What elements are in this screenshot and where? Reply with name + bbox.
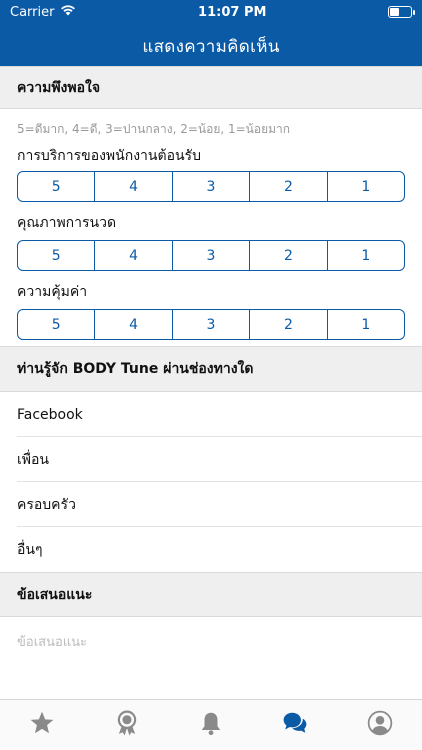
carrier-label: Carrier (10, 4, 55, 20)
rating-massage-option-1[interactable]: 1 (326, 241, 404, 270)
profile-icon (367, 710, 393, 736)
award-icon (117, 710, 136, 736)
battery-fill (390, 8, 399, 16)
rating-group-massage: คุณภาพการนวด 5 4 3 2 1 (0, 202, 422, 271)
tab-feedback[interactable] (253, 700, 337, 750)
rating-value-option-4[interactable]: 4 (94, 310, 171, 339)
rating-staff-option-1[interactable]: 1 (326, 172, 404, 201)
suggestion-input[interactable]: ข้อเสนอแนะ (0, 617, 422, 695)
rating-label-staff: การบริการของพนักงานต้อนรับ (17, 148, 201, 164)
rating-massage-option-3[interactable]: 3 (171, 241, 249, 270)
rating-hint: 5=ดีมาก, 4=ดี, 3=ปานกลาง, 2=น้อย, 1=น้อย… (17, 122, 291, 136)
chat-icon (284, 712, 307, 733)
suggestion-section-header: ข้อเสนอแนะ (0, 572, 422, 617)
rating-value-option-3[interactable]: 3 (171, 310, 249, 339)
tab-favorites[interactable] (0, 700, 84, 750)
rating-staff-option-5[interactable]: 5 (18, 172, 94, 201)
status-bar: Carrier 11:07 PM (0, 0, 422, 24)
channel-item-family[interactable]: ครอบครัว (0, 482, 422, 527)
rating-massage-option-5[interactable]: 5 (18, 241, 94, 270)
rating-staff-option-3[interactable]: 3 (171, 172, 249, 201)
channel-item-friend[interactable]: เพื่อน (0, 437, 422, 482)
rating-value-option-2[interactable]: 2 (249, 310, 326, 339)
rating-segment-value: 5 4 3 2 1 (17, 309, 405, 340)
rating-label-massage: คุณภาพการนวด (17, 215, 117, 231)
channel-item-other[interactable]: อื่นๆ (0, 527, 422, 572)
bell-icon (201, 712, 221, 736)
satisfaction-section-header: ความพึงพอใจ (0, 66, 422, 109)
rating-staff-option-4[interactable]: 4 (94, 172, 171, 201)
rating-massage-option-4[interactable]: 4 (94, 241, 171, 270)
star-icon (30, 711, 54, 734)
rating-staff-option-2[interactable]: 2 (249, 172, 326, 201)
rating-segment-staff: 5 4 3 2 1 (17, 171, 405, 202)
battery-icon (388, 6, 415, 18)
rating-segment-massage: 5 4 3 2 1 (17, 240, 405, 271)
rating-massage-option-2[interactable]: 2 (249, 241, 326, 270)
channel-item-facebook[interactable]: Facebook (0, 392, 422, 437)
status-time: 11:07 PM (198, 4, 267, 20)
suggestion-title: ข้อเสนอแนะ (17, 586, 93, 603)
tab-rewards[interactable] (84, 700, 168, 750)
tab-notifications[interactable] (169, 700, 253, 750)
satisfaction-title: ความพึงพอใจ (17, 79, 101, 96)
tab-bar (0, 699, 422, 750)
channels-title: ท่านรู้จัก BODY Tune ผ่านช่องทางใด (17, 361, 254, 377)
page-title: แสดงความคิดเห็น (142, 37, 280, 57)
rating-label-value: ความคุ้มค่า (17, 284, 88, 300)
tab-profile[interactable] (338, 700, 422, 750)
wifi-icon (60, 4, 76, 20)
rating-value-option-1[interactable]: 1 (326, 310, 404, 339)
nav-header: Carrier 11:07 PM แสดงความคิดเห็น (0, 0, 422, 66)
rating-value-option-5[interactable]: 5 (18, 310, 94, 339)
channels-section-header: ท่านรู้จัก BODY Tune ผ่านช่องทางใด (0, 346, 422, 392)
channels-list: Facebook เพื่อน ครอบครัว อื่นๆ (0, 392, 422, 572)
rating-group-value: ความคุ้มค่า 5 4 3 2 1 (0, 271, 422, 340)
rating-group-staff: การบริการของพนักงานต้อนรับ 5 4 3 2 1 (0, 138, 422, 202)
